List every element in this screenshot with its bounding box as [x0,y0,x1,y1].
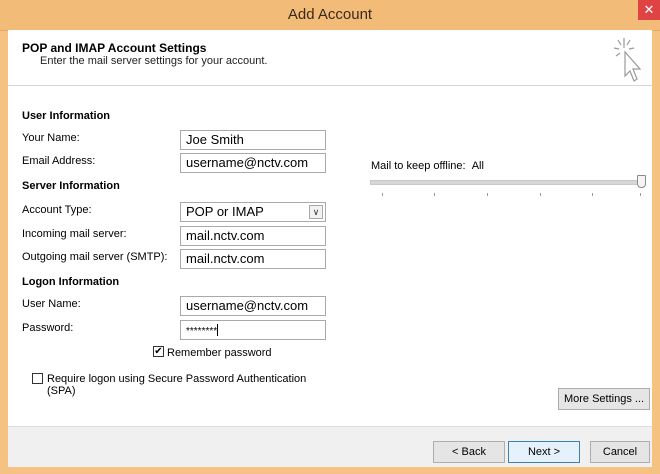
slider-tick [540,193,541,196]
spa-label-line2: (SPA) [47,385,76,397]
section-user-information: User Information [22,110,111,122]
email-address-input[interactable]: username@nctv.com [180,153,326,173]
spa-label-line1: Require logon using Secure Password Auth… [47,373,307,385]
password-label: Password: [22,322,74,334]
remember-password-label: Remember password [167,347,272,359]
dialog-header: POP and IMAP Account Settings Enter the … [8,30,652,86]
password-mask: ******** [186,326,218,337]
your-name-input[interactable]: Joe Smith [180,130,326,150]
section-logon-information: Logon Information [22,276,120,288]
header-title: POP and IMAP Account Settings [22,41,207,55]
more-settings-button[interactable]: More Settings ... [558,388,650,410]
title-bar: Add Account ✕ [0,0,660,31]
remember-password-checkbox[interactable]: ✔ [153,346,164,357]
window-title: Add Account [287,6,373,23]
user-name-input[interactable]: username@nctv.com [180,296,326,316]
spa-checkbox[interactable] [32,373,43,384]
cancel-button[interactable]: Cancel [590,441,650,463]
user-name-label: User Name: [22,298,81,310]
mail-offline-caption: Mail to keep offline: [371,160,466,172]
slider-tick [382,193,383,196]
your-name-label: Your Name: [22,132,80,144]
slider-tick [434,193,435,196]
slider-tick [487,193,488,196]
cursor-sparkle-icon [613,38,642,82]
chevron-down-icon[interactable]: ∨ [309,205,323,219]
password-input[interactable]: ******** [180,320,326,340]
incoming-server-input[interactable]: mail.nctv.com [180,226,326,246]
offline-slider-track[interactable] [370,180,642,185]
incoming-server-label: Incoming mail server: [22,228,127,240]
text-caret [217,324,219,336]
slider-tick [592,193,593,196]
close-button[interactable]: ✕ [638,0,660,20]
outgoing-server-label: Outgoing mail server (SMTP): [22,251,168,263]
mail-offline-value: All [471,160,484,172]
outgoing-server-input[interactable]: mail.nctv.com [180,249,326,269]
section-server-information: Server Information [22,180,120,192]
slider-tick [640,193,641,196]
mail-offline-label: Mail to keep offline: All [371,160,484,172]
account-type-label: Account Type: [22,204,92,216]
header-subtitle: Enter the mail server settings for your … [40,55,268,67]
next-button[interactable]: Next > [508,441,580,463]
back-button[interactable]: < Back [433,441,505,463]
account-type-select[interactable]: POP or IMAP ∨ [180,202,326,222]
offline-slider-thumb[interactable] [637,175,646,188]
email-address-label: Email Address: [22,155,96,167]
account-type-value: POP or IMAP [186,204,264,219]
